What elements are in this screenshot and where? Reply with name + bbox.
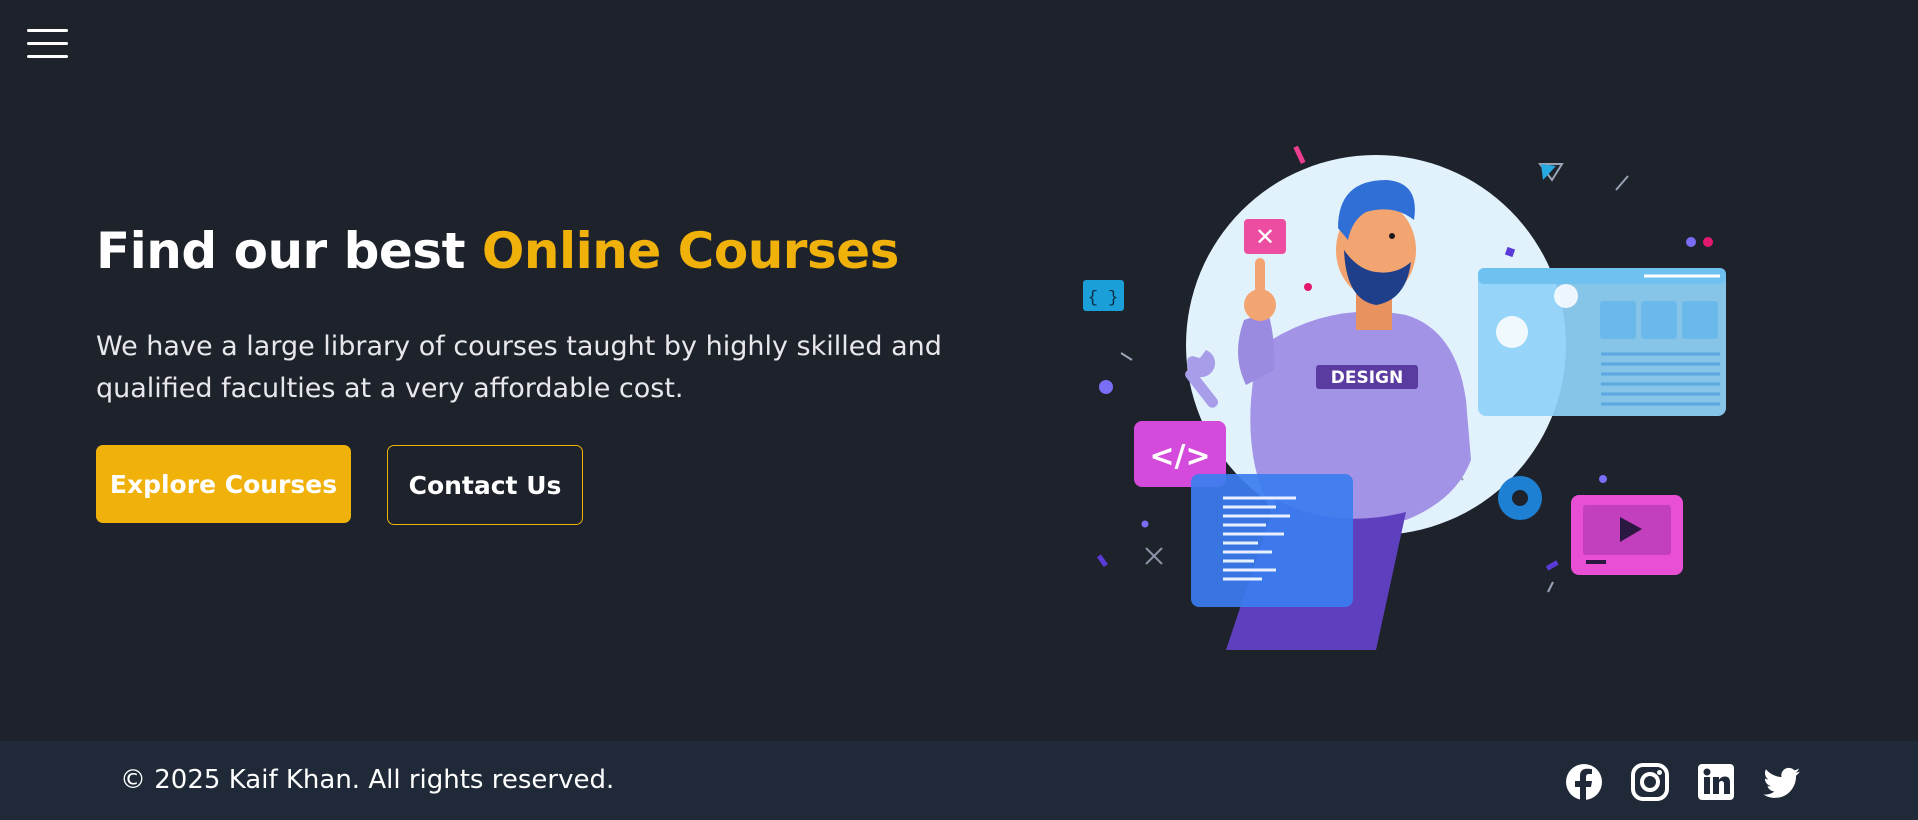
explore-courses-button[interactable]: Explore Courses bbox=[96, 445, 351, 523]
hero-title-highlight: Online Courses bbox=[481, 222, 900, 280]
contact-us-button[interactable]: Contact Us bbox=[387, 445, 583, 525]
copyright-text: © 2025 Kaif Khan. All rights reserved. bbox=[120, 765, 615, 795]
hero-description: We have a large library of courses taugh… bbox=[96, 331, 942, 404]
hero-title-prefix: Find our best bbox=[96, 222, 482, 280]
shirt-label: DESIGN bbox=[1331, 368, 1403, 388]
code-badge-text: </> bbox=[1149, 439, 1210, 474]
linkedin-icon[interactable] bbox=[1697, 763, 1735, 801]
footer: © 2025 Kaif Khan. All rights reserved. bbox=[0, 741, 1918, 820]
hamburger-menu-icon[interactable] bbox=[27, 29, 68, 61]
facebook-icon[interactable] bbox=[1565, 763, 1603, 801]
bracket-badge-text: { } bbox=[1088, 289, 1119, 308]
hero-illustration: { } ✕ DESIGN </> bbox=[1083, 145, 1726, 650]
svg-text:✕: ✕ bbox=[1255, 223, 1275, 251]
twitter-icon[interactable] bbox=[1763, 763, 1801, 801]
hero-title: Find our best Online Courses bbox=[96, 222, 899, 280]
instagram-icon[interactable] bbox=[1631, 763, 1669, 801]
